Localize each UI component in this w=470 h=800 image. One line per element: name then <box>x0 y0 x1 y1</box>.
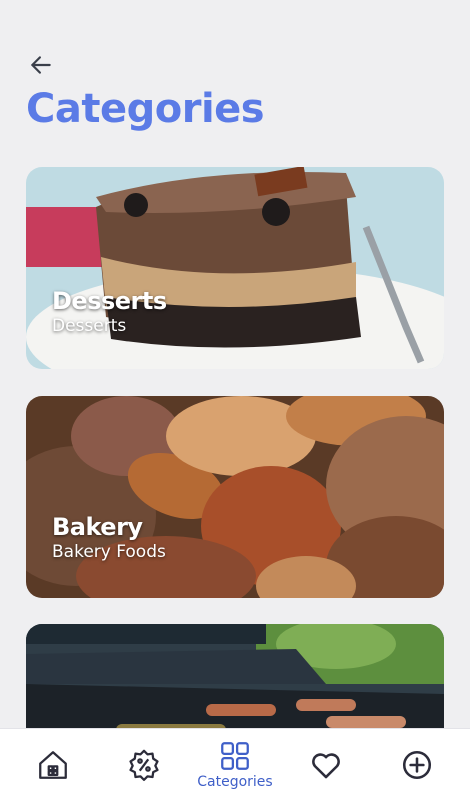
bread-pastries-photo <box>26 396 444 598</box>
category-subtitle: Desserts <box>52 316 127 336</box>
nav-favorites[interactable] <box>286 729 366 800</box>
category-card-bakery[interactable]: Bakery Bakery Foods <box>26 396 444 598</box>
bottom-navigation: Categories <box>0 728 470 800</box>
nav-categories[interactable]: Categories <box>195 729 275 800</box>
discount-icon <box>129 749 159 781</box>
arrow-left-icon <box>31 56 51 74</box>
nav-home[interactable] <box>13 729 93 800</box>
heart-icon <box>311 752 340 778</box>
chocolate-cake-photo <box>26 167 444 369</box>
category-subtitle: Bakery Foods <box>52 542 166 562</box>
nav-discounts[interactable] <box>104 729 184 800</box>
add-circle-icon <box>402 750 431 779</box>
nav-categories-label: Categories <box>197 774 273 790</box>
page-title: Categories <box>26 86 265 132</box>
category-title: Desserts <box>52 287 167 315</box>
category-title: Bakery <box>52 513 143 541</box>
category-card-desserts[interactable]: Desserts Desserts <box>26 167 444 369</box>
home-icon <box>39 750 68 779</box>
nav-add[interactable] <box>377 729 457 800</box>
grid-icon <box>221 742 249 770</box>
back-button[interactable] <box>24 48 58 82</box>
